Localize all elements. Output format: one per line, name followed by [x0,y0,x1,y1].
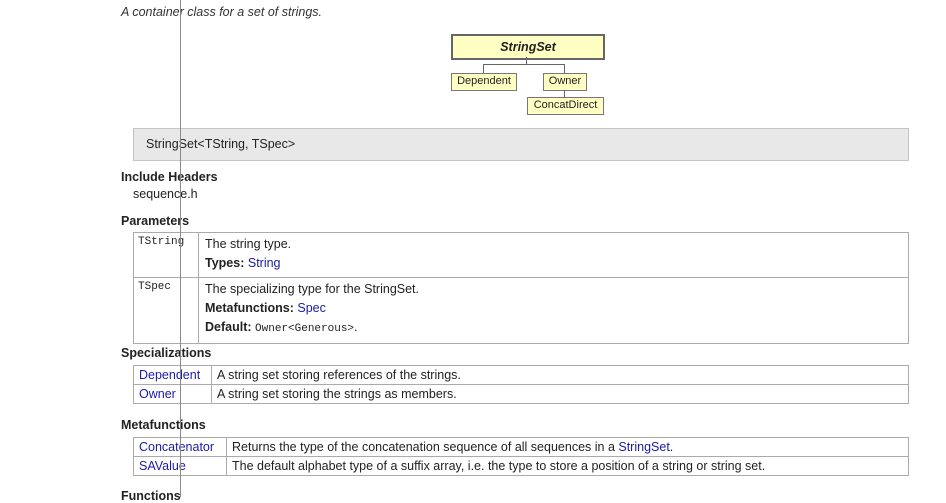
diagram-node-stringset[interactable]: StringSet [451,34,605,60]
diagram-connector [483,64,484,73]
param-name: TSpec [133,277,199,344]
param-desc-text: The string type. [205,237,292,251]
diagram-connector [564,90,565,97]
param-description: The string type. Types: String [198,232,909,278]
types-link-string[interactable]: String [248,256,281,270]
default-label: Default: [205,320,252,334]
param-name: TString [133,232,199,278]
specialization-link-dependent[interactable]: Dependent [139,368,200,382]
param-types-line: Types: String [205,254,902,273]
table-row: Concatenator Returns the type of the con… [133,437,909,457]
metafunction-link-concatenator[interactable]: Concatenator [139,440,214,454]
default-value: Owner<Generous> [255,323,355,335]
metafunction-link-spec[interactable]: Spec [297,301,326,315]
table-row: TSpec The specializing type for the Stri… [133,277,909,344]
specialization-name: Owner [133,384,212,404]
specializations-heading: Specializations [121,346,212,360]
specialization-name: Dependent [133,365,212,385]
include-file: sequence.h [133,187,198,201]
class-signature: StringSet<TString, TSpec> [146,137,296,151]
diagram-node-owner[interactable]: Owner [543,73,587,91]
param-metafunctions-line: Metafunctions: Spec [205,299,902,318]
metafunctions-label: Metafunctions: [205,301,294,315]
metafunction-desc-suffix: . [669,440,674,454]
specialization-desc: A string set storing references of the s… [211,365,909,385]
metafunction-desc-text: Returns the type of the concatenation se… [232,440,619,454]
diagram-node-concatdirect[interactable]: ConcatDirect [527,97,604,115]
parameters-heading: Parameters [121,214,190,228]
specialization-desc: A string set storing the strings as memb… [211,384,909,404]
specializations-table: Dependent A string set storing reference… [133,365,909,404]
include-headers-heading: Include Headers [121,170,218,184]
types-label: Types: [205,256,245,270]
class-signature-box: StringSet<TString, TSpec> [133,128,909,161]
table-row: Owner A string set storing the strings a… [133,384,909,404]
table-row: TString The string type. Types: String [133,232,909,278]
metafunction-link-savalue[interactable]: SAValue [139,459,186,473]
metafunction-desc-link-stringset[interactable]: StringSet [618,440,669,454]
specialization-link-owner[interactable]: Owner [139,387,176,401]
default-suffix: . [354,320,358,334]
table-row: SAValue The default alphabet type of a s… [133,456,909,476]
functions-heading: Functions [121,489,181,503]
param-description: The specializing type for the StringSet.… [198,277,909,344]
diagram-node-dependent[interactable]: Dependent [451,73,517,91]
metafunction-desc: The default alphabet type of a suffix ar… [226,456,909,476]
metafunction-desc: Returns the type of the concatenation se… [226,437,909,457]
diagram-connector [564,64,565,73]
diagram-connector [483,64,565,65]
parameters-table: TString The string type. Types: String T… [133,232,909,344]
metafunctions-table: Concatenator Returns the type of the con… [133,437,909,476]
param-default-line: Default: Owner<Generous>. [205,318,902,339]
param-desc-text: The specializing type for the StringSet. [205,282,420,296]
metafunctions-heading: Metafunctions [121,418,206,432]
table-row: Dependent A string set storing reference… [133,365,909,385]
vertical-guide-line [180,0,181,497]
class-summary: A container class for a set of strings. [121,5,323,19]
